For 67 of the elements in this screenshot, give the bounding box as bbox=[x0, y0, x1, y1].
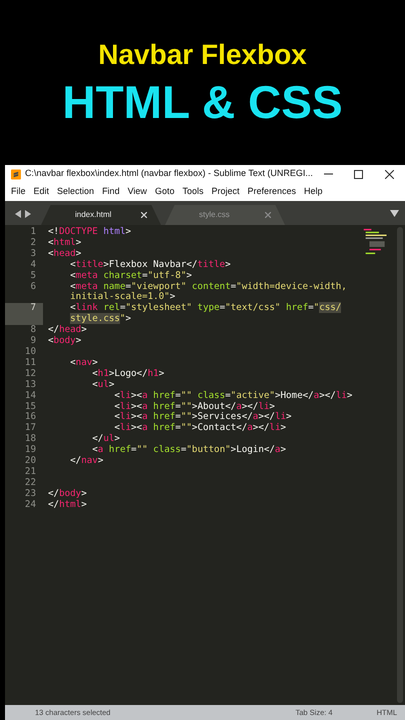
code-line: </nav> bbox=[69, 456, 104, 467]
window-title: C:\navbar flexbox\index.html (navbar flexbox) - Sublime Text (UNREGI... bbox=[24, 167, 313, 180]
menu-item[interactable]: Find bbox=[102, 185, 120, 199]
line-number: 5 bbox=[29, 270, 37, 282]
line-number: 15 bbox=[24, 402, 37, 412]
code-line: <ul> bbox=[91, 380, 114, 391]
line-number: 10 bbox=[24, 346, 37, 358]
code-line: </ul> bbox=[91, 434, 120, 445]
line-number: 4 bbox=[29, 260, 37, 271]
tab-navigation-icon[interactable] bbox=[15, 210, 31, 218]
menu-item[interactable]: Selection bbox=[57, 185, 94, 199]
code-line: </body> bbox=[47, 488, 87, 500]
line-number: 9 bbox=[29, 336, 37, 347]
line-number: 19 bbox=[24, 445, 37, 456]
code-line: <meta name="viewport" content="width=device-width, bbox=[69, 282, 347, 292]
code-line: <!DOCTYPE html> bbox=[47, 227, 132, 238]
line-number: 18 bbox=[24, 434, 37, 445]
code-line: <link rel="stylesheet" type="text/css" href="css/ bbox=[69, 303, 342, 314]
code-line: <html> bbox=[47, 238, 82, 249]
editor-tab[interactable]: index.html bbox=[41, 205, 161, 225]
code-line: initial-scale=1.0"> bbox=[69, 292, 176, 303]
line-number: 20 bbox=[24, 456, 37, 467]
code-line: <title>Flexbox Navbar</title> bbox=[69, 260, 231, 271]
line-number: 16 bbox=[24, 412, 37, 423]
code-line: style.css"> bbox=[69, 314, 132, 325]
video-title: Navbar Flexbox bbox=[98, 40, 307, 68]
code-line: </html> bbox=[47, 500, 87, 511]
code-line: <li><a href="">Contact</a></li> bbox=[114, 423, 286, 434]
line-number: 3 bbox=[29, 248, 37, 260]
line-number: 23 bbox=[24, 488, 37, 500]
code-line: <li><a href="">About</a></li> bbox=[113, 402, 275, 412]
line-number: 8 bbox=[29, 325, 37, 336]
line-number: 1 bbox=[29, 227, 37, 238]
code-line: <li><a href="">Services</a></li> bbox=[113, 412, 292, 423]
line-number: 17 bbox=[24, 423, 37, 434]
menu-item[interactable]: View bbox=[128, 185, 147, 199]
minimize-icon[interactable] bbox=[324, 173, 333, 175]
line-number: 13 bbox=[24, 380, 37, 391]
line-number: 2 bbox=[29, 238, 37, 249]
code-line: <li><a href="" class="active">Home</a></li> bbox=[113, 390, 352, 402]
maximize-icon[interactable] bbox=[354, 170, 364, 178]
menu-item[interactable]: Goto bbox=[154, 185, 174, 199]
code-line: <meta charset="utf-8"> bbox=[69, 270, 192, 282]
line-number: 6 bbox=[29, 282, 37, 292]
code-line: <head> bbox=[47, 248, 82, 260]
line-number: 11 bbox=[24, 358, 37, 369]
menu-item[interactable]: Help bbox=[304, 185, 323, 199]
close-icon[interactable] bbox=[385, 170, 394, 178]
app-icon bbox=[11, 168, 21, 180]
menu-item[interactable]: Project bbox=[211, 185, 240, 199]
line-number: 12 bbox=[24, 368, 37, 380]
code-line: <h1>Logo</h1> bbox=[91, 368, 164, 380]
code-line: <a href="" class="button">Login</a> bbox=[91, 445, 286, 456]
code-line: <nav> bbox=[69, 358, 98, 369]
line-number: 14 bbox=[24, 390, 37, 402]
code-line: </head> bbox=[47, 325, 87, 336]
dropdown-icon[interactable] bbox=[390, 210, 399, 217]
code-line: <body> bbox=[47, 336, 82, 347]
line-number: 7 bbox=[5, 303, 43, 314]
video-subtitle: HTML & CSS bbox=[62, 78, 343, 124]
menu-item[interactable]: File bbox=[11, 185, 26, 199]
menu-item[interactable]: Edit bbox=[34, 185, 50, 199]
menu-item[interactable]: Preferences bbox=[247, 185, 296, 199]
line-number: 21 bbox=[24, 466, 37, 478]
line-number: 22 bbox=[24, 478, 37, 489]
menu-item[interactable]: Tools bbox=[182, 185, 204, 199]
line-number: 24 bbox=[24, 500, 37, 511]
